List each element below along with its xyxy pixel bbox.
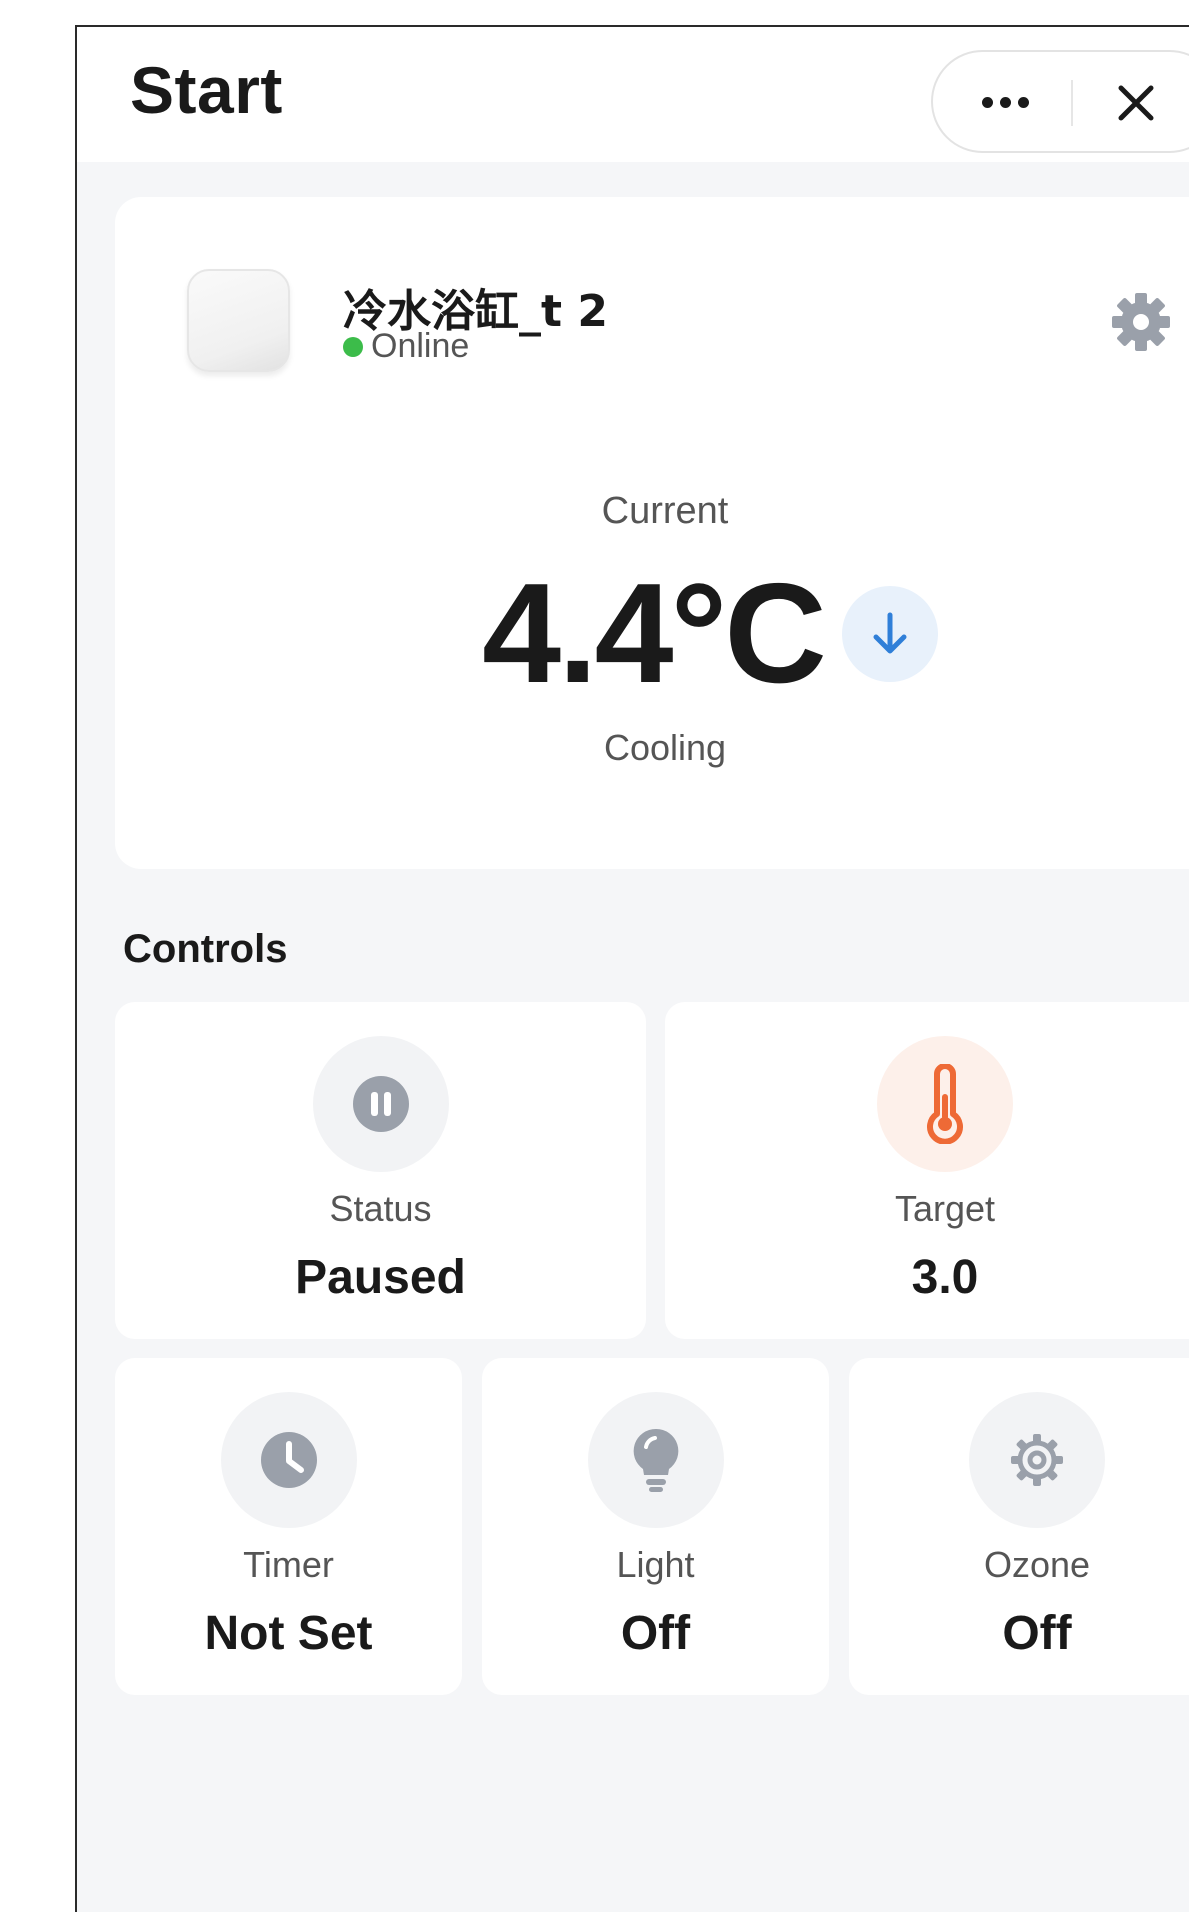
page-title: Start	[130, 53, 283, 127]
more-dots-icon	[981, 96, 993, 108]
ozone-label: Ozone	[983, 1544, 1091, 1585]
ozone-value: Off	[1002, 1607, 1072, 1660]
arrow-down-icon	[873, 612, 907, 654]
device-card: 冷水浴缸_t 2 Online Current 4.4°C Cooling	[115, 197, 1189, 869]
target-tile[interactable]: Target 3.0	[665, 1002, 1189, 1339]
timer-icon-circle	[220, 1392, 357, 1528]
target-value: 3.0	[911, 1251, 979, 1304]
clock-icon	[260, 1432, 317, 1488]
mode-label: Cooling	[603, 727, 727, 768]
ozone-icon-circle	[969, 1392, 1105, 1528]
current-label: Current	[601, 490, 729, 532]
temperature-row: 4.4°C	[115, 552, 1189, 716]
timer-value: Not Set	[204, 1607, 373, 1660]
light-icon-circle	[587, 1392, 724, 1528]
status-label: Status	[329, 1188, 432, 1229]
controls-title: Controls	[123, 927, 288, 971]
trend-badge	[841, 586, 938, 682]
timer-tile[interactable]: Timer Not Set	[115, 1358, 462, 1695]
light-tile[interactable]: Light Off	[482, 1358, 829, 1695]
status-value: Paused	[295, 1251, 466, 1304]
capsule-divider	[1071, 80, 1073, 126]
ozone-tile[interactable]: Ozone Off	[849, 1358, 1189, 1695]
settings-button[interactable]	[1108, 289, 1174, 355]
gear-icon	[1112, 293, 1170, 351]
light-value: Off	[620, 1607, 691, 1660]
more-dot	[999, 96, 1011, 108]
more-button[interactable]	[975, 82, 1035, 122]
online-status: Online	[343, 327, 469, 366]
more-dot	[1017, 96, 1029, 108]
status-tile[interactable]: Status Paused	[115, 1002, 646, 1339]
status-dot	[343, 336, 363, 357]
title-bar: Start	[77, 27, 1189, 162]
ozone-gear-icon	[1011, 1434, 1063, 1486]
close-icon	[1118, 85, 1154, 121]
status-icon-circle	[312, 1036, 449, 1172]
status-text: Online	[371, 327, 470, 365]
pause-icon	[352, 1076, 409, 1132]
thermometer-icon	[927, 1064, 963, 1144]
timer-label: Timer	[243, 1544, 334, 1585]
bulb-icon	[633, 1428, 678, 1492]
app-window: Start 冷水浴缸_t 2 Online Current 4.4°C Cool…	[75, 25, 1189, 1912]
target-icon-circle	[877, 1036, 1013, 1172]
device-image	[187, 269, 290, 372]
light-label: Light	[616, 1544, 695, 1585]
close-button[interactable]	[1111, 78, 1161, 128]
current-temperature: 4.4°C	[482, 554, 827, 713]
window-capsule	[931, 50, 1189, 153]
target-label: Target	[894, 1188, 996, 1229]
